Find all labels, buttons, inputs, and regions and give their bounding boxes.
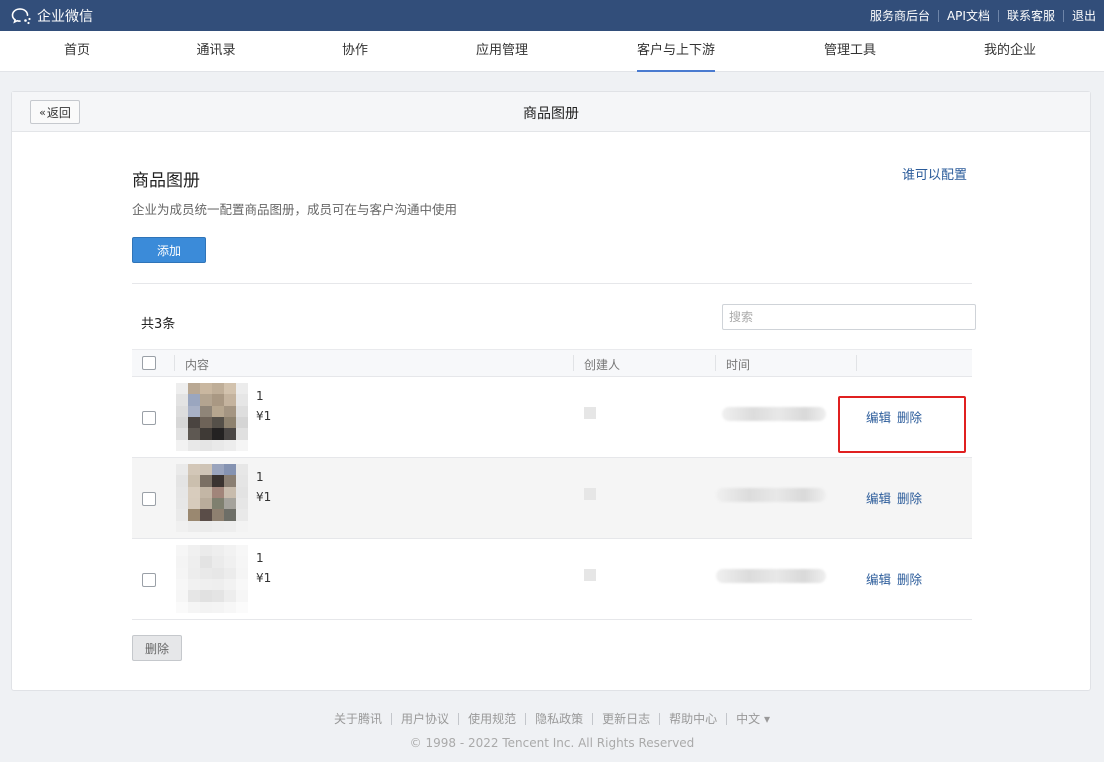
product-price: ¥1 xyxy=(256,409,272,423)
table-header: 内容 创建人 时间 xyxy=(132,349,972,377)
wecom-logo-icon xyxy=(11,8,31,25)
time-redacted xyxy=(722,407,826,421)
footer-link-terms[interactable]: 用户协议 xyxy=(391,713,458,725)
column-header-creator: 创建人 xyxy=(584,358,621,372)
divider xyxy=(132,283,972,284)
contact-support-link[interactable]: 联系客服 xyxy=(997,9,1063,22)
highlight-box xyxy=(838,396,966,453)
nav-contacts[interactable]: 通讯录 xyxy=(196,31,235,71)
creator-redacted xyxy=(584,569,596,581)
column-divider xyxy=(715,355,716,371)
delete-link[interactable]: 删除 xyxy=(897,569,922,588)
select-all-checkbox[interactable] xyxy=(142,356,156,370)
copyright: © 1998 - 2022 Tencent Inc. All Rights Re… xyxy=(409,736,695,750)
page-description: 企业为成员统一配置商品图册，成员可在与客户沟通中使用 xyxy=(132,202,458,217)
footer-link-changelog[interactable]: 更新日志 xyxy=(592,713,659,725)
table-row: 1 ¥1 编辑 删除 xyxy=(132,539,972,620)
product-price: ¥1 xyxy=(256,490,272,504)
card-title: 商品图册 xyxy=(523,106,579,122)
product-name: 1 xyxy=(256,470,264,484)
table-row: 1 ¥1 编辑 删除 xyxy=(132,458,972,539)
add-button[interactable]: 添加 xyxy=(132,237,206,263)
edit-link[interactable]: 编辑 xyxy=(866,569,891,588)
logo[interactable]: 企业微信 xyxy=(11,6,93,26)
nav-customers[interactable]: 客户与上下游 xyxy=(636,31,716,72)
product-thumbnail xyxy=(176,545,248,613)
time-redacted xyxy=(716,488,826,502)
language-select[interactable]: 中文 ▾ xyxy=(726,713,779,725)
logout-link[interactable]: 退出 xyxy=(1062,9,1104,22)
content-card: « 返回 商品图册 商品图册 谁可以配置 企业为成员统一配置商品图册，成员可在与… xyxy=(11,91,1091,691)
footer-link-privacy[interactable]: 隐私政策 xyxy=(525,713,592,725)
nav-my-company[interactable]: 我的企业 xyxy=(984,31,1036,71)
delete-link[interactable]: 删除 xyxy=(897,488,922,507)
column-divider xyxy=(174,355,175,371)
edit-link[interactable]: 编辑 xyxy=(866,488,891,507)
main-nav: 首页 通讯录 协作 应用管理 客户与上下游 管理工具 我的企业 xyxy=(0,31,1104,72)
creator-redacted xyxy=(584,407,596,419)
row-checkbox[interactable] xyxy=(142,411,156,425)
product-price: ¥1 xyxy=(256,571,272,585)
top-links: 服务商后台 API文档 联系客服 退出 xyxy=(862,0,1104,31)
column-header-time: 时间 xyxy=(726,358,751,372)
row-checkbox[interactable] xyxy=(142,492,156,506)
column-divider xyxy=(856,355,857,371)
search-input[interactable] xyxy=(722,304,976,330)
provider-console-link[interactable]: 服务商后台 xyxy=(862,10,938,22)
column-divider xyxy=(573,355,574,371)
api-docs-link[interactable]: API文档 xyxy=(937,9,998,22)
nav-app-management[interactable]: 应用管理 xyxy=(476,31,528,71)
card-header: « 返回 商品图册 xyxy=(12,92,1090,132)
time-redacted xyxy=(716,569,826,583)
footer-link-usage-rules[interactable]: 使用规范 xyxy=(458,713,525,725)
creator-redacted xyxy=(584,488,596,500)
footer-link-about[interactable]: 关于腾讯 xyxy=(325,713,391,725)
row-checkbox[interactable] xyxy=(142,573,156,587)
nav-home[interactable]: 首页 xyxy=(64,31,90,71)
product-thumbnail xyxy=(176,383,248,451)
who-can-config-link[interactable]: 谁可以配置 xyxy=(902,164,967,183)
nav-admin-tools[interactable]: 管理工具 xyxy=(824,31,876,71)
product-thumbnail xyxy=(176,464,248,532)
item-count: 共3条 xyxy=(141,317,176,332)
top-bar: 企业微信 服务商后台 API文档 联系客服 退出 xyxy=(0,0,1104,31)
footer-links: 关于腾讯 用户协议 使用规范 隐私政策 更新日志 帮助中心 中文 ▾ xyxy=(0,713,1104,725)
product-name: 1 xyxy=(256,551,264,565)
product-name: 1 xyxy=(256,389,264,403)
column-header-content: 内容 xyxy=(185,358,210,372)
logo-text: 企业微信 xyxy=(37,9,93,25)
page-heading: 商品图册 xyxy=(132,171,200,191)
nav-collaboration[interactable]: 协作 xyxy=(342,31,368,71)
footer-link-help[interactable]: 帮助中心 xyxy=(659,713,726,725)
batch-delete-button[interactable]: 删除 xyxy=(132,635,182,661)
